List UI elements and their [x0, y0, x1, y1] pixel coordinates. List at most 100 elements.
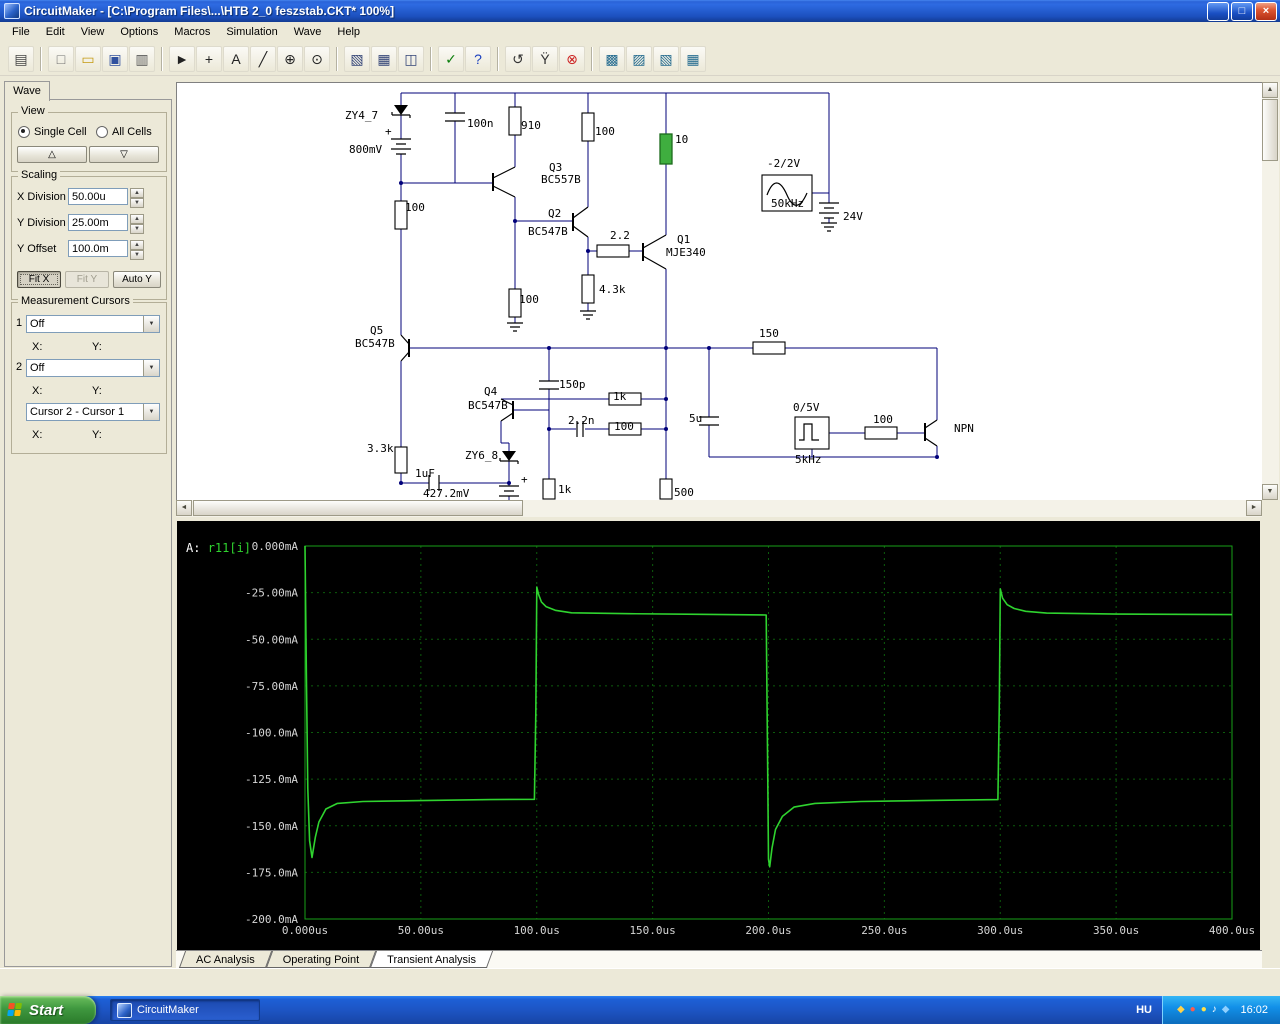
- component-label[interactable]: 427.2mV: [423, 487, 470, 500]
- component-label[interactable]: 3.3k: [367, 442, 394, 455]
- bode-plot-icon[interactable]: ▨: [626, 46, 652, 72]
- analysis-tab-operating-point[interactable]: Operating Point: [269, 951, 373, 968]
- scroll-left-icon[interactable]: ◄: [176, 500, 192, 516]
- analysis-tab-transient-analysis[interactable]: Transient Analysis: [373, 951, 490, 968]
- y-offset-input[interactable]: [68, 240, 128, 257]
- schematic-horizontal-scrollbar[interactable]: ◄ ►: [176, 500, 1262, 517]
- component-label[interactable]: 100: [614, 420, 634, 433]
- y-division-input[interactable]: [68, 214, 128, 231]
- auto-y-button[interactable]: Auto Y: [113, 271, 161, 288]
- component-label[interactable]: 1k: [613, 390, 627, 403]
- scroll-right-icon[interactable]: ►: [1246, 500, 1262, 516]
- component-label[interactable]: 2.2n: [568, 414, 595, 427]
- component-label[interactable]: +: [521, 473, 528, 486]
- component-label[interactable]: 2.2: [610, 229, 630, 242]
- component-label[interactable]: 150p: [559, 378, 586, 391]
- add-part-icon[interactable]: +: [196, 46, 222, 72]
- component-label[interactable]: 10: [675, 133, 688, 146]
- component-label[interactable]: BC547B: [355, 337, 395, 350]
- analysis-tab-ac-analysis[interactable]: AC Analysis: [182, 951, 269, 968]
- menu-edit[interactable]: Edit: [38, 23, 73, 41]
- component-label[interactable]: Q5: [370, 324, 383, 337]
- run-simulation-icon[interactable]: ✓: [438, 46, 464, 72]
- component-label[interactable]: 4.3k: [599, 283, 626, 296]
- component-label[interactable]: 24V: [843, 210, 863, 223]
- component-label[interactable]: MJE340: [666, 246, 706, 259]
- previous-wave-button[interactable]: △: [17, 146, 87, 163]
- component-label[interactable]: 100: [595, 125, 615, 138]
- component-label[interactable]: 1uF: [415, 467, 435, 480]
- zoom-in-icon[interactable]: ⊕: [277, 46, 303, 72]
- menu-options[interactable]: Options: [112, 23, 166, 41]
- component-label[interactable]: 100n: [467, 117, 494, 130]
- menu-file[interactable]: File: [4, 23, 38, 41]
- component-label[interactable]: ZY6_8: [465, 449, 498, 462]
- tray-icon-3[interactable]: ●: [1201, 1005, 1207, 1015]
- data-display-icon[interactable]: ▦: [680, 46, 706, 72]
- single-cell-radio[interactable]: Single Cell: [18, 126, 87, 138]
- next-wave-button[interactable]: ▽: [89, 146, 159, 163]
- open-folder-icon[interactable]: ▭: [75, 46, 101, 72]
- spinner-down-icon[interactable]: ▼: [130, 250, 144, 260]
- menu-macros[interactable]: Macros: [166, 23, 218, 41]
- probe-tool-icon[interactable]: Ÿ: [532, 46, 558, 72]
- scroll-up-icon[interactable]: ▲: [1262, 82, 1278, 98]
- taskbar-app-circuitmaker[interactable]: CircuitMaker: [110, 999, 260, 1021]
- fit-y-button[interactable]: Fit Y: [65, 271, 109, 288]
- component-label[interactable]: 500: [674, 486, 694, 499]
- schematic-vertical-scrollbar[interactable]: ▲ ▼: [1262, 82, 1279, 500]
- waveform-panel[interactable]: 0.000us50.00us100.0us150.0us200.0us250.0…: [177, 521, 1260, 950]
- close-button[interactable]: ×: [1255, 2, 1277, 21]
- wave-panel-tab[interactable]: Wave: [4, 81, 50, 101]
- component-label[interactable]: 910: [521, 119, 541, 132]
- digital-panel-icon[interactable]: ▦: [371, 46, 397, 72]
- selected-resistor[interactable]: [660, 134, 672, 164]
- split-view-icon[interactable]: ◫: [398, 46, 424, 72]
- menu-view[interactable]: View: [73, 23, 113, 41]
- menu-help[interactable]: Help: [329, 23, 368, 41]
- fit-page-icon[interactable]: ▧: [344, 46, 370, 72]
- help-icon[interactable]: ?: [465, 46, 491, 72]
- save-icon[interactable]: ▣: [102, 46, 128, 72]
- zoom-tool-icon[interactable]: ⊙: [304, 46, 330, 72]
- volume-icon[interactable]: ♪: [1212, 1005, 1217, 1015]
- reset-icon[interactable]: ↺: [505, 46, 531, 72]
- tray-icon-5[interactable]: ◆: [1222, 1005, 1230, 1015]
- fit-x-button[interactable]: Fit X: [17, 271, 61, 288]
- component-label[interactable]: BC547B: [528, 225, 568, 238]
- multimeter-display-icon[interactable]: ▧: [653, 46, 679, 72]
- component-label[interactable]: 0/5V: [793, 401, 820, 414]
- component-label[interactable]: NPN: [954, 422, 974, 435]
- spinner-down-icon[interactable]: ▼: [130, 198, 144, 208]
- start-button[interactable]: Start: [0, 996, 96, 1024]
- tray-icon-2[interactable]: ●: [1190, 1005, 1196, 1015]
- maximize-button[interactable]: □: [1231, 2, 1253, 21]
- cursor2-select[interactable]: Off ▼: [26, 359, 160, 377]
- all-cells-radio[interactable]: All Cells: [96, 126, 152, 138]
- schematic-canvas[interactable]: ZY4_7800mV+100n91010010Q3BC557BQ2BC547B2…: [176, 82, 1262, 500]
- component-label[interactable]: 1k: [558, 483, 572, 496]
- component-label[interactable]: +: [385, 125, 392, 138]
- component-label[interactable]: BC547B: [468, 399, 508, 412]
- x-division-spinner[interactable]: ▲▼: [130, 188, 144, 205]
- cursor-diff-select[interactable]: Cursor 2 - Cursor 1 ▼: [26, 403, 160, 421]
- title-bar[interactable]: CircuitMaker - [C:\Program Files\...\HTB…: [0, 0, 1280, 22]
- stop-simulation-icon[interactable]: ⊗: [559, 46, 585, 72]
- scroll-down-icon[interactable]: ▼: [1262, 484, 1278, 500]
- y-offset-spinner[interactable]: ▲▼: [130, 240, 144, 257]
- pointer-tool-icon[interactable]: ►: [169, 46, 195, 72]
- component-label[interactable]: 100: [873, 413, 893, 426]
- component-label[interactable]: 800mV: [349, 143, 382, 156]
- cursor1-select[interactable]: Off ▼: [26, 315, 160, 333]
- trace-label[interactable]: A: r11[i]: [186, 541, 251, 555]
- menu-simulation[interactable]: Simulation: [218, 23, 285, 41]
- component-label[interactable]: 150: [759, 327, 779, 340]
- tray-icon-1[interactable]: ◆: [1177, 1005, 1185, 1015]
- component-label[interactable]: Q4: [484, 385, 498, 398]
- wave-window-icon[interactable]: ▤: [8, 46, 34, 72]
- chevron-down-icon[interactable]: ▼: [143, 316, 159, 332]
- y-division-spinner[interactable]: ▲▼: [130, 214, 144, 231]
- menu-wave[interactable]: Wave: [286, 23, 330, 41]
- wire-tool-icon[interactable]: ╱: [250, 46, 276, 72]
- component-label[interactable]: 100: [519, 293, 539, 306]
